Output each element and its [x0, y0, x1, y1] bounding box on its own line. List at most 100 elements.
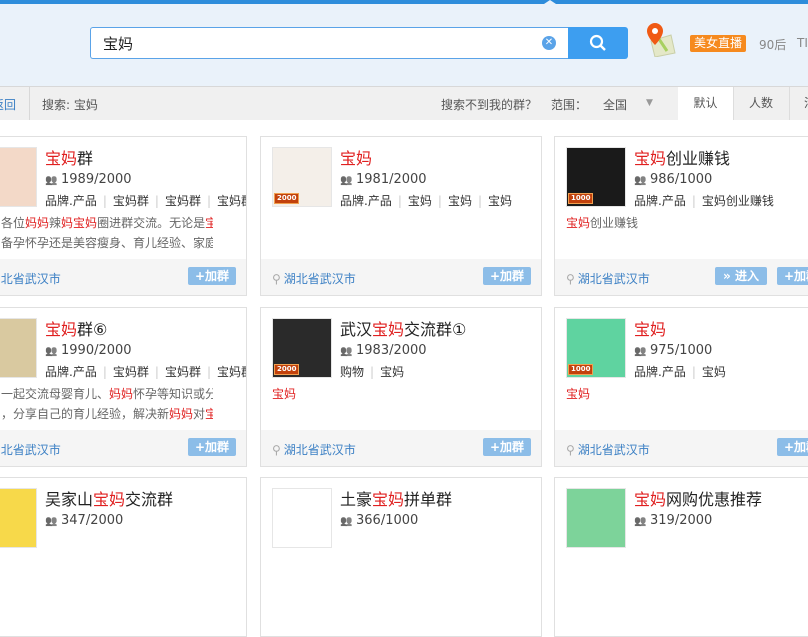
tag-separator: | [691, 365, 696, 379]
group-title[interactable]: 宝妈群 [45, 145, 93, 169]
title-text: 武汉 [340, 320, 373, 339]
link-90s[interactable]: 90后 [759, 36, 786, 53]
group-title[interactable]: 土豪宝妈拼单群 [340, 486, 452, 510]
join-group-button[interactable]: +加群 [188, 438, 236, 456]
group-card[interactable]: 宝妈群⑥ 👥1990/2000 品牌.产品 | 宝妈群 | 宝妈群 | 宝妈群一起交流母婴育儿、… [0, 307, 247, 467]
member-count-value: 366/1000 [356, 513, 419, 528]
group-avatar[interactable]: 2000 [272, 318, 332, 378]
group-title[interactable]: 宝妈群⑥ [45, 316, 107, 340]
keyword-highlight: 宝妈 [566, 387, 591, 401]
title-highlight: 宝妈 [45, 320, 78, 339]
members-icon: 👥 [45, 346, 58, 357]
group-tags: 品牌.产品 | 宝妈创业赚钱 [634, 192, 774, 209]
group-card[interactable]: 2000 宝妈 👥 1981/2000 品牌.产品 | 宝妈 | 宝妈 | 宝妈 ⚲ 湖北省武汉市 +加群 [260, 136, 542, 296]
description-line: 备孕怀孕还是美容瘦身、育儿经验、家庭烦... [1, 233, 213, 253]
tag[interactable]: 品牌.产品 [340, 194, 392, 208]
group-card[interactable]: 宝妈群👥1989/2000品牌.产品|宝妈群|宝妈群|宝妈群各位妈妈辣妈宝妈圈进… [0, 136, 247, 296]
members-icon: 👥 [45, 175, 58, 186]
tag-separator: | [437, 194, 442, 208]
location-pin-icon: ⚲ [272, 272, 281, 286]
search-button[interactable] [568, 27, 628, 59]
group-tags: 品牌.产品 | 宝妈群 | 宝妈群 | 宝妈群 [45, 192, 246, 209]
group-card[interactable]: 吴家山宝妈交流群 👥 347/2000 [0, 477, 247, 637]
tag[interactable]: 宝妈群 [113, 194, 149, 208]
group-card[interactable]: 1000宝妈👥975/1000品牌.产品|宝妈宝妈⚲湖北省武汉市+加群 [554, 307, 808, 467]
description-text: 一起交流母婴育儿、 [1, 387, 110, 401]
tag[interactable]: 品牌.产品 [634, 194, 686, 208]
group-tags: 品牌.产品 | 宝妈 | 宝妈 | 宝妈 [340, 192, 512, 209]
group-title[interactable]: 宝妈创业赚钱 [634, 145, 730, 169]
location-pin-icon: ⚲ [566, 272, 575, 286]
tag[interactable]: 宝妈 [380, 365, 404, 379]
tag[interactable]: 品牌.产品 [45, 365, 97, 379]
group-avatar[interactable] [0, 147, 37, 207]
caret-down-icon[interactable]: ▼ [646, 98, 653, 108]
group-avatar[interactable] [566, 488, 626, 548]
tag[interactable]: 宝妈群 [217, 194, 246, 208]
title-highlight: 宝妈 [340, 149, 373, 168]
members-icon: 👥 [634, 175, 647, 186]
tag[interactable]: 宝妈创业赚钱 [702, 194, 774, 208]
enter-group-button[interactable]: » 进入 [715, 267, 767, 285]
search-input[interactable] [91, 28, 521, 58]
tab-active[interactable]: 活 [790, 87, 808, 121]
tag[interactable]: 宝妈 [488, 194, 512, 208]
group-title[interactable]: 宝妈网购优惠推荐 [634, 486, 762, 510]
level-badge: 1000 [568, 193, 594, 204]
group-avatar[interactable] [0, 318, 37, 378]
group-title[interactable]: 武汉宝妈交流群① [340, 316, 466, 340]
group-card[interactable]: 1000 宝妈创业赚钱 👥 986/1000 品牌.产品 | 宝妈创业赚钱 宝妈创业赚钱 ⚲ 湖北… [554, 136, 808, 296]
location-link[interactable]: ⚲湖北省武汉市 [566, 441, 650, 458]
member-count-value: 975/1000 [650, 343, 713, 358]
keyword-highlight: 妈妈 [109, 387, 134, 401]
group-title[interactable]: 宝妈 [634, 316, 666, 340]
tag[interactable]: 宝妈群 [165, 194, 201, 208]
not-found-link[interactable]: 搜索不到我的群？ [441, 96, 537, 113]
tag[interactable]: 宝妈 [448, 194, 472, 208]
join-group-button[interactable]: +加群 [777, 267, 808, 285]
location-link[interactable]: ⚲湖北省武汉市 [566, 270, 650, 287]
member-count: 👥 319/2000 [634, 513, 712, 528]
clear-icon[interactable]: ✕ [542, 36, 556, 50]
keyword-highlight: 妈妈 [25, 216, 50, 230]
keyword-highlight: 妈妈 [169, 407, 194, 421]
group-card[interactable]: 土豪宝妈拼单群 👥 366/1000 [260, 477, 542, 637]
member-count: 👥 366/1000 [340, 513, 418, 528]
card-footer: ⚲湖北省武汉市 +加群 [0, 259, 246, 295]
tab-default[interactable]: 默认 [678, 87, 733, 121]
level-badge: 1000 [568, 364, 594, 375]
location-link[interactable]: ⚲湖北省武汉市 [272, 270, 356, 287]
tag[interactable]: 品牌.产品 [634, 365, 686, 379]
tag[interactable]: 购物 [340, 365, 364, 379]
group-card[interactable]: 2000 武汉宝妈交流群① 👥 1983/2000 购物 | 宝妈 宝妈 ⚲ 湖北省武汉市 +加群 [260, 307, 542, 467]
join-group-button[interactable]: +加群 [483, 438, 531, 456]
live-badge[interactable]: 美女直播 [690, 35, 747, 52]
location-link[interactable]: ⚲湖北省武汉市 [272, 441, 356, 458]
group-card[interactable]: 宝妈网购优惠推荐 👥 319/2000 [554, 477, 808, 637]
tag[interactable]: 宝妈群 [165, 365, 201, 379]
range-select[interactable]: 全国 [603, 96, 627, 113]
title-highlight: 宝妈 [372, 490, 405, 509]
tag[interactable]: 宝妈 [408, 194, 432, 208]
group-title[interactable]: 吴家山宝妈交流群 [45, 486, 173, 510]
tab-members[interactable]: 人数 [734, 87, 788, 121]
group-title[interactable]: 宝妈 [340, 145, 372, 169]
tag[interactable]: 宝妈群 [217, 365, 246, 379]
tag[interactable]: 宝妈群 [113, 365, 149, 379]
description-text: 圈进群交流。无论是 [97, 216, 206, 230]
tag[interactable]: 品牌.产品 [45, 194, 97, 208]
join-group-button[interactable]: +加群 [483, 267, 531, 285]
join-group-button[interactable]: +加群 [777, 438, 808, 456]
group-avatar[interactable] [272, 488, 332, 548]
back-link[interactable]: 返回 [0, 96, 16, 113]
group-avatar[interactable]: 1000 [566, 147, 626, 207]
join-group-button[interactable]: +加群 [188, 267, 236, 285]
map-pin-icon[interactable] [645, 21, 677, 57]
group-avatar[interactable]: 1000 [566, 318, 626, 378]
tag[interactable]: 宝妈 [702, 365, 726, 379]
location-link[interactable]: ⚲湖北省武汉市 [0, 270, 61, 287]
group-avatar[interactable]: 2000 [272, 147, 332, 207]
location-link[interactable]: ⚲湖北省武汉市 [0, 441, 61, 458]
link-ti[interactable]: TI [797, 36, 808, 50]
group-avatar[interactable] [0, 488, 37, 548]
